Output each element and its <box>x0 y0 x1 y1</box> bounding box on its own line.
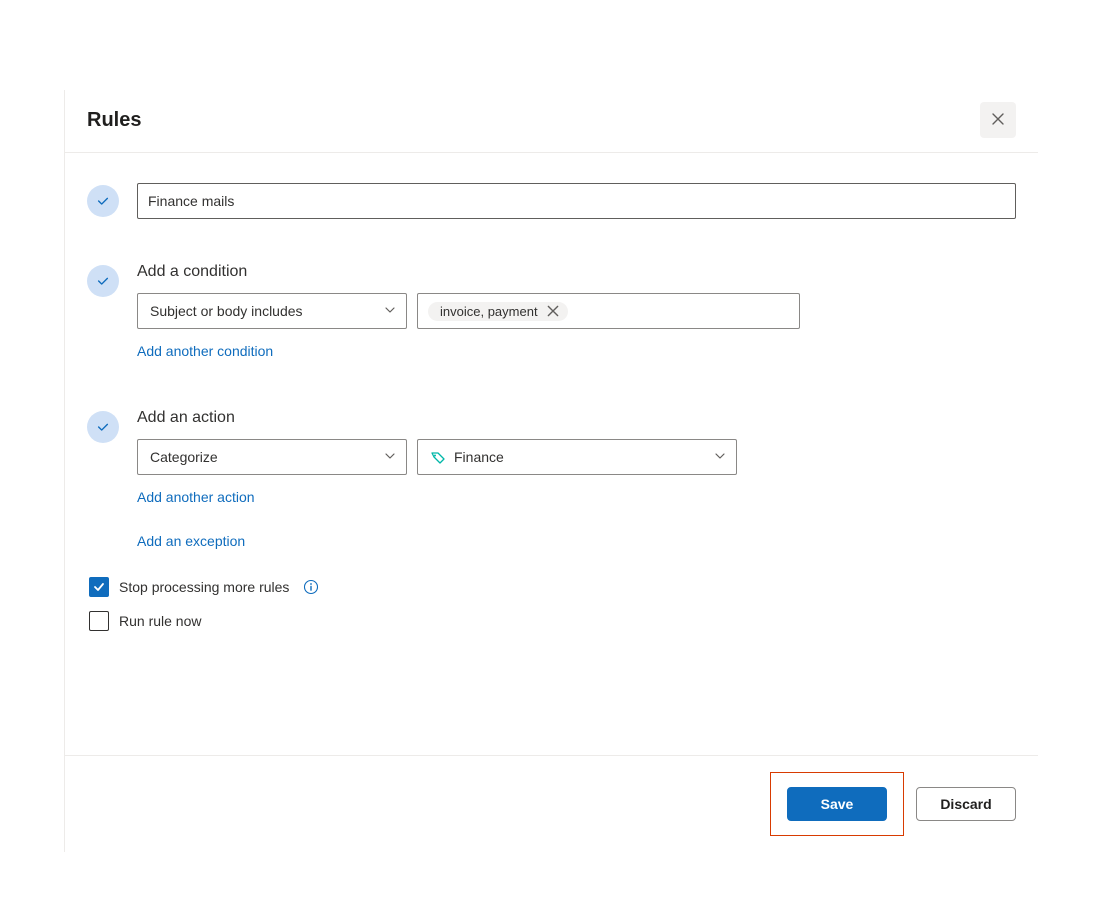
action-row: Add an action Categorize Finance <box>87 409 1016 549</box>
run-now-checkbox[interactable] <box>89 611 109 631</box>
condition-label: Add a condition <box>137 263 1016 281</box>
action-type-value: Categorize <box>150 449 218 465</box>
save-highlight: Save <box>770 772 904 836</box>
condition-type-value: Subject or body includes <box>150 303 303 319</box>
chip-remove-icon[interactable] <box>546 304 560 318</box>
rule-name-row <box>87 183 1016 219</box>
stop-processing-checkbox[interactable] <box>89 577 109 597</box>
info-icon[interactable] <box>303 579 319 595</box>
panel-header: Rules <box>65 90 1038 153</box>
chevron-down-icon <box>384 449 396 465</box>
run-now-row: Run rule now <box>89 611 1016 631</box>
rules-panel: Rules Add a condition <box>64 90 1038 852</box>
step-indicator-name <box>87 185 119 217</box>
action-value-text: Finance <box>454 449 504 465</box>
action-value-dropdown[interactable]: Finance <box>417 439 737 475</box>
step-indicator-condition <box>87 265 119 297</box>
add-exception-link[interactable]: Add an exception <box>137 533 245 549</box>
chevron-down-icon <box>714 449 726 465</box>
condition-row: Add a condition Subject or body includes… <box>87 263 1016 359</box>
chevron-down-icon <box>384 303 396 319</box>
chip-text: invoice, payment <box>440 304 538 319</box>
add-condition-link[interactable]: Add another condition <box>137 343 273 359</box>
discard-button[interactable]: Discard <box>916 787 1016 821</box>
add-action-link[interactable]: Add another action <box>137 489 255 505</box>
condition-type-dropdown[interactable]: Subject or body includes <box>137 293 407 329</box>
stop-processing-row: Stop processing more rules <box>89 577 1016 597</box>
stop-processing-label: Stop processing more rules <box>119 579 289 595</box>
action-label: Add an action <box>137 409 1016 427</box>
rule-name-input[interactable] <box>137 183 1016 219</box>
panel-body: Add a condition Subject or body includes… <box>65 153 1038 665</box>
step-indicator-action <box>87 411 119 443</box>
close-button[interactable] <box>980 102 1016 138</box>
panel-title: Rules <box>87 109 141 132</box>
close-icon <box>990 111 1006 130</box>
condition-value-input[interactable]: invoice, payment <box>417 293 800 329</box>
action-type-dropdown[interactable]: Categorize <box>137 439 407 475</box>
panel-footer: Save Discard <box>65 755 1038 852</box>
condition-chip: invoice, payment <box>428 302 568 321</box>
options-block: Stop processing more rules Run rule now <box>87 577 1016 631</box>
save-button[interactable]: Save <box>787 787 887 821</box>
category-tag-icon <box>430 449 446 465</box>
run-now-label: Run rule now <box>119 613 202 629</box>
